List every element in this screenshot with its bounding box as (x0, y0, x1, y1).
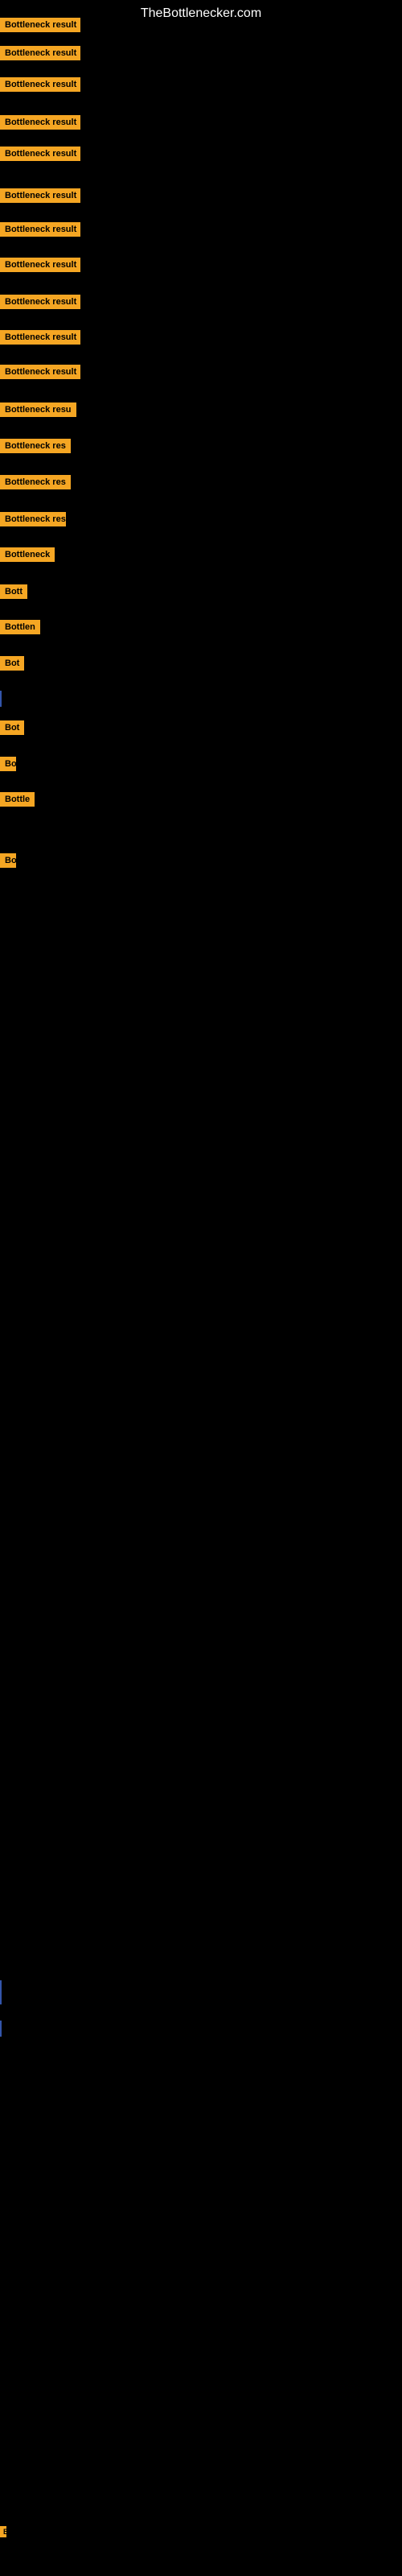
bottleneck-result-badge: Bottleneck result (0, 295, 80, 313)
bottleneck-result-badge: Bo (0, 853, 16, 872)
bottleneck-result-badge: Bottleneck result (0, 77, 80, 96)
bottleneck-result-badge: Bot (0, 720, 24, 739)
bottleneck-result-badge: Bottleneck resu (0, 402, 76, 421)
small-bottleneck-badge: B (0, 2526, 6, 2537)
vertical-line (0, 1980, 2, 2004)
bottleneck-result-badge: Bottleneck res (0, 439, 71, 457)
bottleneck-result-badge: Bottleneck (0, 547, 55, 566)
vertical-line (0, 691, 2, 707)
bottleneck-result-badge: Bottleneck result (0, 147, 80, 165)
bottleneck-result-badge: Bottleneck result (0, 115, 80, 134)
vertical-line (0, 2021, 2, 2037)
bottleneck-result-badge: Bottle (0, 792, 35, 811)
bottleneck-result-badge: Bo (0, 757, 16, 775)
bottleneck-result-badge: Bottleneck result (0, 18, 80, 36)
bottleneck-result-badge: Bottlen (0, 620, 40, 638)
bottleneck-result-badge: Bottleneck result (0, 330, 80, 349)
bottleneck-result-badge: Bott (0, 584, 27, 603)
bottleneck-result-badge: Bottleneck result (0, 46, 80, 64)
bottleneck-result-badge: Bottleneck result (0, 365, 80, 383)
bottleneck-result-badge: Bot (0, 656, 24, 675)
bottleneck-result-badge: Bottleneck result (0, 258, 80, 276)
bottleneck-result-badge: Bottleneck result (0, 188, 80, 207)
bottleneck-result-badge: Bottleneck res (0, 512, 66, 530)
bottleneck-result-badge: Bottleneck result (0, 222, 80, 241)
bottleneck-result-badge: Bottleneck res (0, 475, 71, 493)
